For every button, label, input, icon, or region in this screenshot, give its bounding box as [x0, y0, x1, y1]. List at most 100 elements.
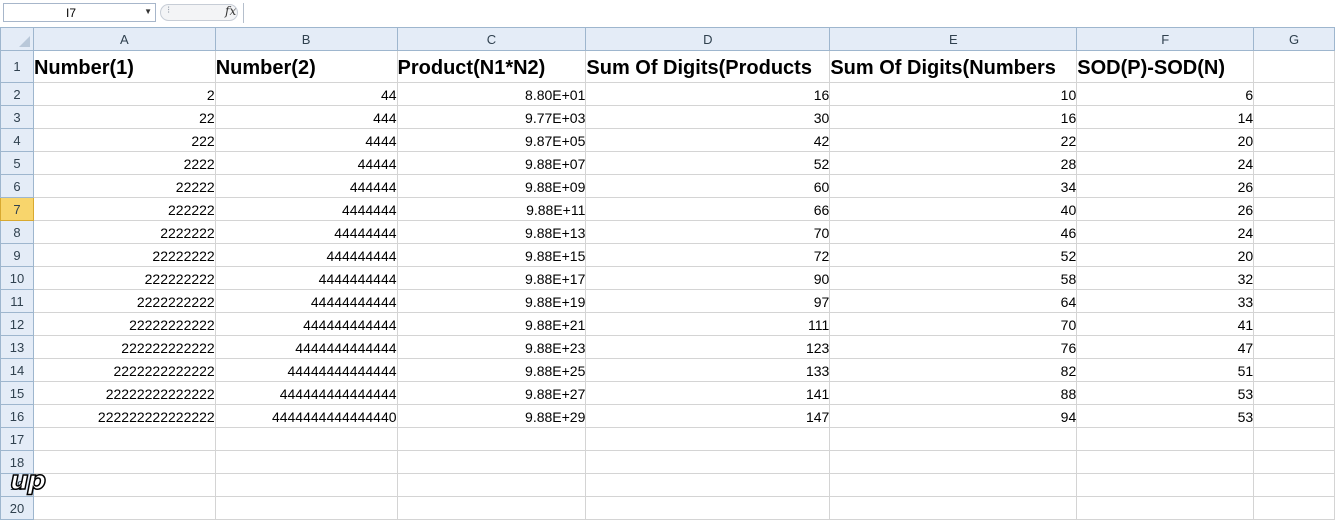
- cell-d20[interactable]: [585, 496, 831, 520]
- cell-b15[interactable]: 444444444444444: [214, 381, 398, 405]
- header-cell-g1[interactable]: [1253, 50, 1335, 83]
- cell-d13[interactable]: 123: [585, 335, 831, 359]
- row-header-3[interactable]: 3: [0, 105, 34, 129]
- cell-a6[interactable]: 22222: [32, 174, 216, 198]
- cell-d4[interactable]: 42: [585, 128, 831, 152]
- cell-f19[interactable]: [1076, 473, 1255, 497]
- row-header-12[interactable]: 12: [0, 312, 34, 336]
- cell-e8[interactable]: 46: [829, 220, 1078, 244]
- cell-c15[interactable]: 9.88E+27: [396, 381, 587, 405]
- name-box[interactable]: I7 ▼: [3, 3, 156, 22]
- cell-d9[interactable]: 72: [585, 243, 831, 267]
- cell-a12[interactable]: 22222222222: [32, 312, 216, 336]
- cell-g14[interactable]: [1253, 358, 1335, 382]
- row-header-9[interactable]: 9: [0, 243, 34, 267]
- row-header-5[interactable]: 5: [0, 151, 34, 175]
- cell-b9[interactable]: 444444444: [214, 243, 398, 267]
- cell-e19[interactable]: [829, 473, 1078, 497]
- cell-a5[interactable]: 2222: [32, 151, 216, 175]
- cell-e10[interactable]: 58: [829, 266, 1078, 290]
- cell-a7[interactable]: 222222: [32, 197, 216, 221]
- cell-b20[interactable]: [214, 496, 398, 520]
- cell-b8[interactable]: 44444444: [214, 220, 398, 244]
- cell-a4[interactable]: 222: [32, 128, 216, 152]
- cell-c16[interactable]: 9.88E+29: [396, 404, 587, 428]
- cell-f17[interactable]: [1076, 427, 1255, 451]
- cell-g13[interactable]: [1253, 335, 1335, 359]
- cell-c17[interactable]: [396, 427, 587, 451]
- cell-a13[interactable]: 222222222222: [32, 335, 216, 359]
- cell-e7[interactable]: 40: [829, 197, 1078, 221]
- cell-f7[interactable]: 26: [1076, 197, 1255, 221]
- row-header-6[interactable]: 6: [0, 174, 34, 198]
- formula-input[interactable]: [244, 3, 1334, 23]
- cell-d2[interactable]: 16: [585, 82, 831, 106]
- row-header-15[interactable]: 15: [0, 381, 34, 405]
- column-header-f[interactable]: F: [1076, 27, 1255, 51]
- header-cell-b1[interactable]: Number(2): [214, 50, 398, 83]
- row-header-14[interactable]: 14: [0, 358, 34, 382]
- cell-g17[interactable]: [1253, 427, 1335, 451]
- header-cell-c1[interactable]: Product(N1*N2): [396, 50, 587, 83]
- cell-d14[interactable]: 133: [585, 358, 831, 382]
- chevron-down-icon[interactable]: ▼: [144, 7, 152, 16]
- insert-function-icon[interactable]: fx: [225, 4, 236, 18]
- cell-f2[interactable]: 6: [1076, 82, 1255, 106]
- cell-a3[interactable]: 22: [32, 105, 216, 129]
- cell-e20[interactable]: [829, 496, 1078, 520]
- cell-d6[interactable]: 60: [585, 174, 831, 198]
- cell-d5[interactable]: 52: [585, 151, 831, 175]
- cell-d12[interactable]: 111: [585, 312, 831, 336]
- cell-b17[interactable]: [214, 427, 398, 451]
- row-header-20[interactable]: 20: [0, 496, 34, 520]
- cell-e17[interactable]: [829, 427, 1078, 451]
- cell-g4[interactable]: [1253, 128, 1335, 152]
- dots-icon[interactable]: ⁝: [167, 5, 170, 16]
- row-header-11[interactable]: 11: [0, 289, 34, 313]
- column-header-c[interactable]: C: [396, 27, 587, 51]
- cell-b14[interactable]: 44444444444444: [214, 358, 398, 382]
- cell-f20[interactable]: [1076, 496, 1255, 520]
- cell-e5[interactable]: 28: [829, 151, 1078, 175]
- cell-e15[interactable]: 88: [829, 381, 1078, 405]
- cell-b18[interactable]: [214, 450, 398, 474]
- cell-f18[interactable]: [1076, 450, 1255, 474]
- cell-e4[interactable]: 22: [829, 128, 1078, 152]
- cell-a14[interactable]: 2222222222222: [32, 358, 216, 382]
- cell-c9[interactable]: 9.88E+15: [396, 243, 587, 267]
- cell-f13[interactable]: 47: [1076, 335, 1255, 359]
- row-header-2[interactable]: 2: [0, 82, 34, 106]
- cell-a16[interactable]: 222222222222222: [32, 404, 216, 428]
- cell-f15[interactable]: 53: [1076, 381, 1255, 405]
- cell-g7[interactable]: [1253, 197, 1335, 221]
- cell-e13[interactable]: 76: [829, 335, 1078, 359]
- cell-f3[interactable]: 14: [1076, 105, 1255, 129]
- header-cell-e1[interactable]: Sum Of Digits(Numbers: [829, 50, 1078, 83]
- cell-a9[interactable]: 22222222: [32, 243, 216, 267]
- cell-d11[interactable]: 97: [585, 289, 831, 313]
- cell-b5[interactable]: 44444: [214, 151, 398, 175]
- cell-d16[interactable]: 147: [585, 404, 831, 428]
- cell-d3[interactable]: 30: [585, 105, 831, 129]
- cell-a15[interactable]: 22222222222222: [32, 381, 216, 405]
- cell-d10[interactable]: 90: [585, 266, 831, 290]
- row-header-10[interactable]: 10: [0, 266, 34, 290]
- cell-a19[interactable]: [32, 473, 216, 497]
- cell-d19[interactable]: [585, 473, 831, 497]
- cell-c6[interactable]: 9.88E+09: [396, 174, 587, 198]
- row-header-4[interactable]: 4: [0, 128, 34, 152]
- cell-e16[interactable]: 94: [829, 404, 1078, 428]
- cell-e6[interactable]: 34: [829, 174, 1078, 198]
- header-cell-f1[interactable]: SOD(P)-SOD(N): [1076, 50, 1255, 83]
- cell-g19[interactable]: [1253, 473, 1335, 497]
- cell-c5[interactable]: 9.88E+07: [396, 151, 587, 175]
- cell-c12[interactable]: 9.88E+21: [396, 312, 587, 336]
- cell-c18[interactable]: [396, 450, 587, 474]
- cell-c4[interactable]: 9.87E+05: [396, 128, 587, 152]
- row-header-8[interactable]: 8: [0, 220, 34, 244]
- cell-b2[interactable]: 44: [214, 82, 398, 106]
- cell-a11[interactable]: 2222222222: [32, 289, 216, 313]
- row-header-7[interactable]: 7: [0, 197, 34, 221]
- column-header-d[interactable]: D: [585, 27, 831, 51]
- cell-e9[interactable]: 52: [829, 243, 1078, 267]
